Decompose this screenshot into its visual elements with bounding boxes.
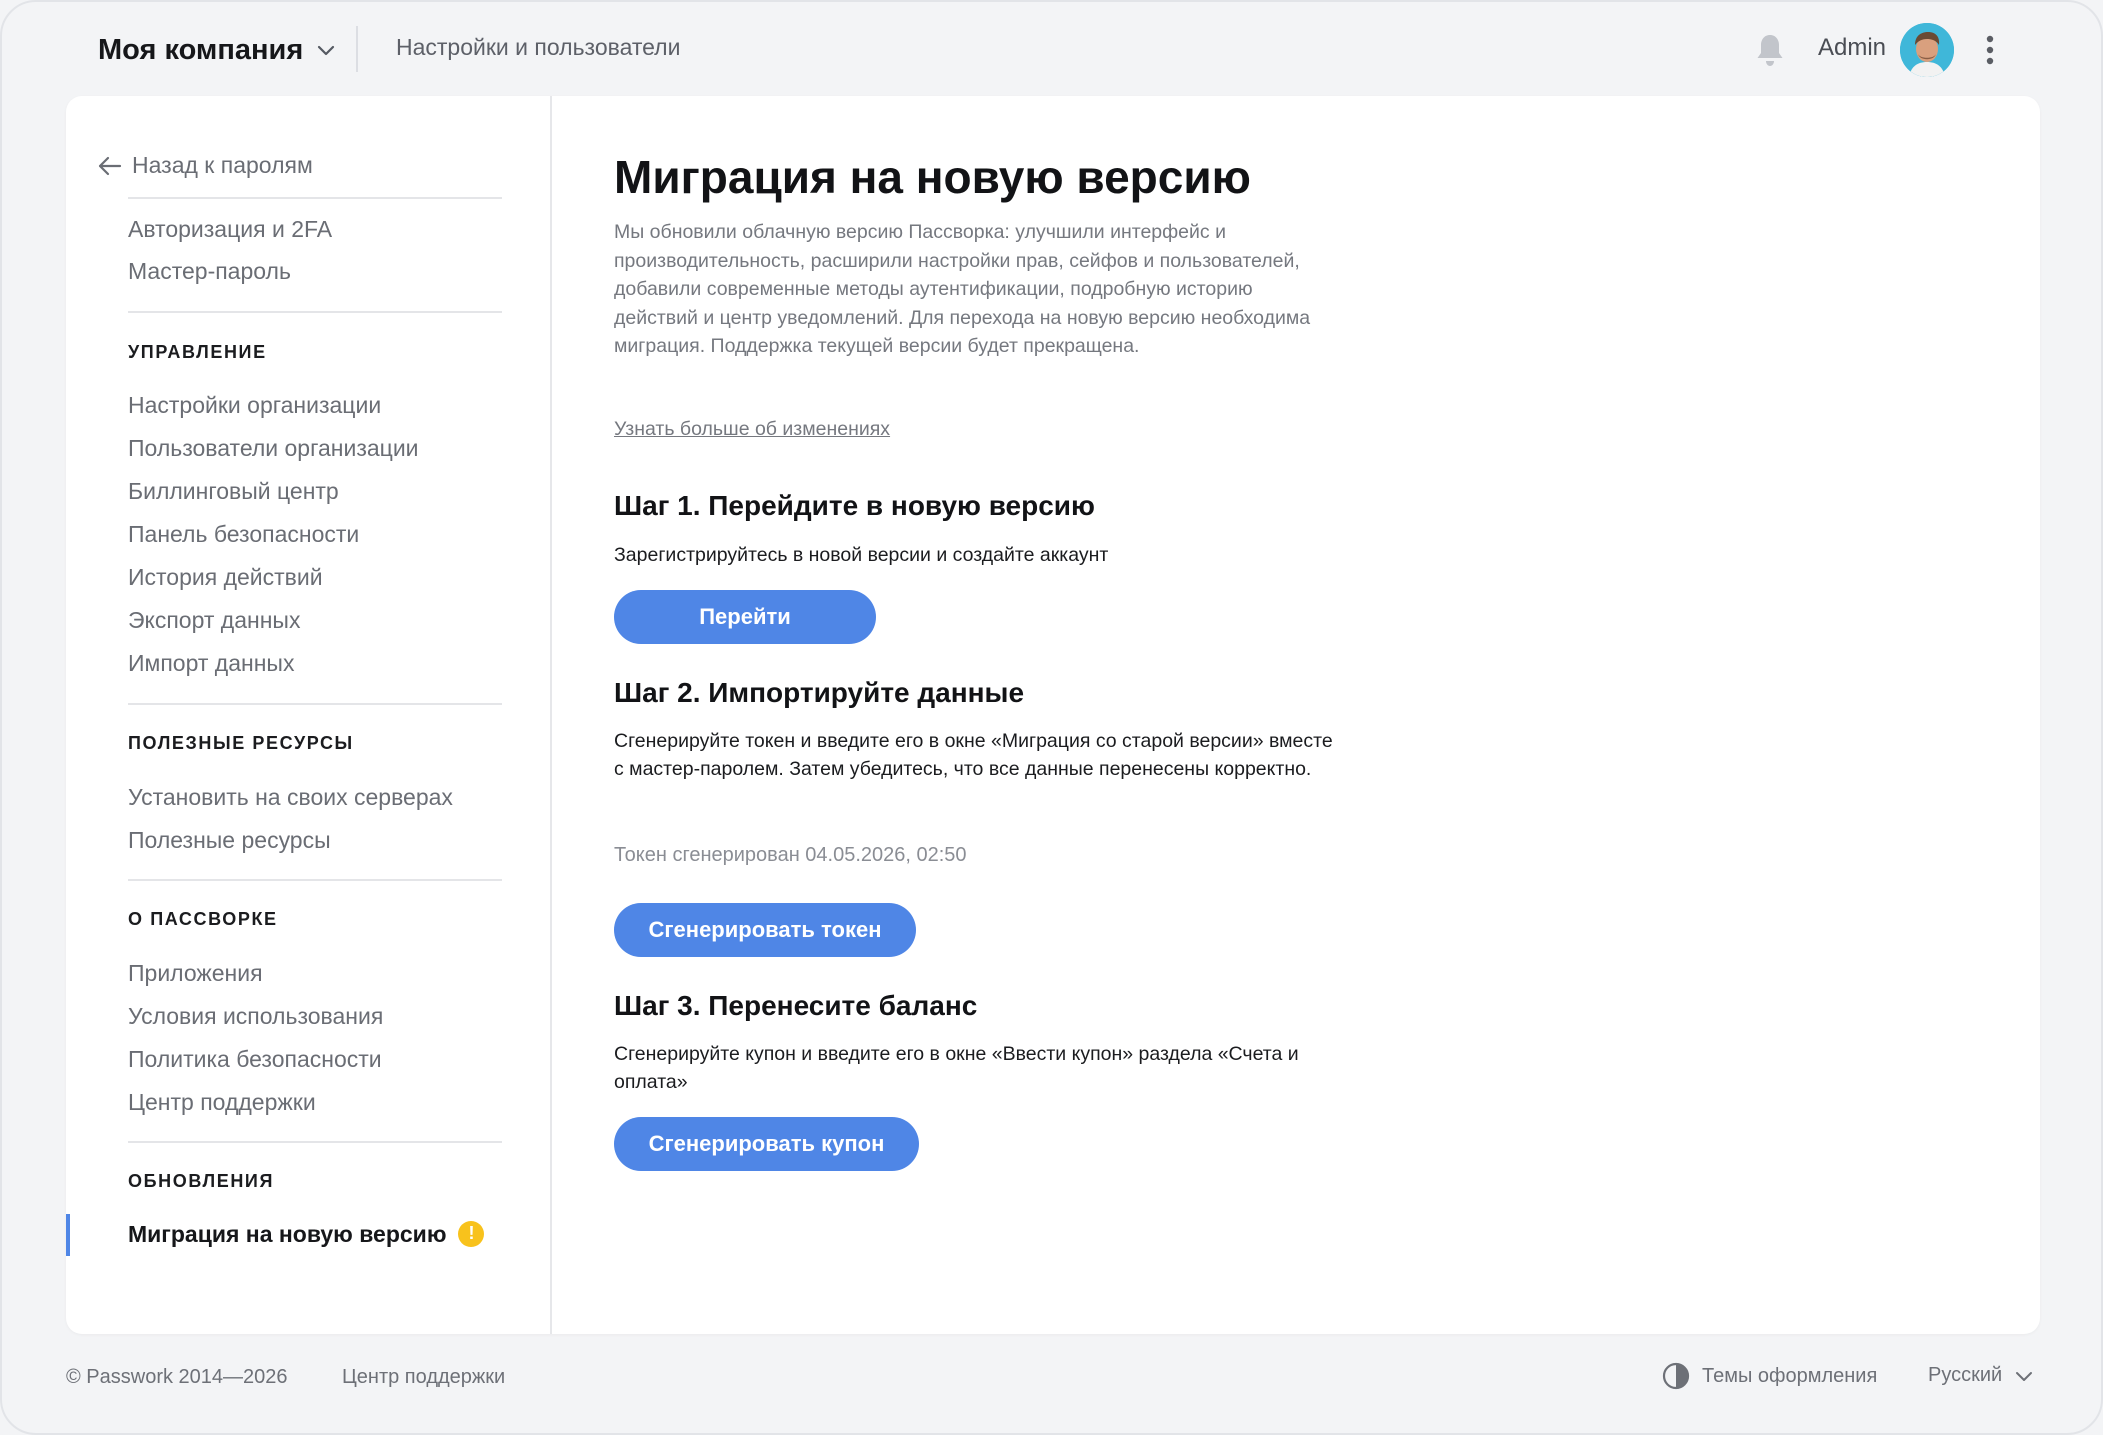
sidebar-divider (128, 703, 502, 705)
active-indicator (66, 1214, 70, 1256)
warning-icon: ! (458, 1220, 485, 1247)
step-1-title: Шаг 1. Перейдите в новую версию (614, 490, 1095, 521)
generate-token-button[interactable]: Сгенерировать токен (614, 903, 916, 957)
language-select[interactable]: Русский (1928, 1364, 2034, 1387)
sidebar-item-security-dashboard[interactable]: Панель безопасности (128, 521, 359, 548)
chevron-down-icon (2016, 1371, 2033, 1381)
sidebar-item-org-users[interactable]: Пользователи организации (128, 435, 419, 462)
sidebar-item-label: Миграция на новую версию (128, 1221, 447, 1247)
chevron-down-icon (318, 45, 335, 56)
token-status: Токен сгенерирован 04.05.2026, 02:50 (614, 844, 967, 866)
copyright: © Passwork 2014—2026 (66, 1366, 288, 1388)
header-divider (356, 26, 358, 72)
go-button[interactable]: Перейти (614, 590, 876, 644)
sidebar-item-auth-2fa[interactable]: Авторизация и 2FA (128, 216, 332, 243)
sidebar-item-terms[interactable]: Условия использования (128, 1003, 383, 1030)
app-window: Моя компания Настройки и пользователи Ad… (0, 0, 2103, 1435)
avatar[interactable] (1900, 23, 1954, 77)
sidebar-item-activity-log[interactable]: История действий (128, 564, 323, 591)
sidebar-item-export[interactable]: Экспорт данных (128, 607, 300, 634)
bell-icon[interactable] (1754, 32, 1786, 68)
section-title[interactable]: Настройки и пользователи (396, 34, 680, 61)
sidebar-divider (128, 311, 502, 313)
sidebar-item-useful-resources[interactable]: Полезные ресурсы (128, 827, 331, 854)
company-switcher[interactable]: Моя компания (98, 30, 337, 70)
sidebar-group-resources: ПОЛЕЗНЫЕ РЕСУРСЫ (128, 733, 354, 753)
step-2-text: Сгенерируйте токен и введите его в окне … (614, 730, 1333, 780)
footer-support-link[interactable]: Центр поддержки (342, 1366, 505, 1389)
sidebar-divider (128, 197, 502, 199)
step-3-text: Сгенерируйте купон и введите его в окне … (614, 1043, 1299, 1093)
sidebar-group-updates: ОБНОВЛЕНИЯ (128, 1171, 274, 1191)
sidebar-item-org-settings[interactable]: Настройки организации (128, 392, 381, 419)
themes-label: Темы оформления (1702, 1364, 1878, 1387)
top-bar: Моя компания Настройки и пользователи Ad… (2, 2, 2101, 96)
themes-button[interactable]: Темы оформления (1662, 1362, 1877, 1390)
sidebar-group-about: О ПАССВОРКЕ (128, 909, 278, 929)
back-to-passwords-link[interactable]: Назад к паролям (96, 152, 313, 179)
avatar-image (1900, 23, 1954, 77)
back-label: Назад к паролям (132, 152, 313, 178)
generate-coupon-button[interactable]: Сгенерировать купон (614, 1117, 919, 1171)
sidebar-divider (128, 1141, 502, 1143)
page-title: Миграция на новую версию (614, 151, 1251, 203)
sidebar-item-migration[interactable]: Миграция на новую версию! (128, 1220, 485, 1249)
user-name[interactable]: Admin (1818, 34, 1886, 62)
company-name: Моя компания (98, 33, 304, 66)
sidebar-item-import[interactable]: Импорт данных (128, 650, 294, 677)
main-card: Назад к паролям Авторизация и 2FA Мастер… (66, 96, 2040, 1334)
sidebar-item-self-hosted[interactable]: Установить на своих серверах (128, 784, 453, 811)
arrow-left-icon (98, 156, 122, 175)
sidebar-item-master-password[interactable]: Мастер-пароль (128, 258, 291, 285)
sidebar-divider (128, 879, 502, 881)
sidebar: Назад к паролям Авторизация и 2FA Мастер… (66, 96, 552, 1334)
step-2-title: Шаг 2. Импортируйте данные (614, 677, 1025, 708)
sidebar-item-security-policy[interactable]: Политика безопасности (128, 1046, 382, 1073)
sidebar-group-management: УПРАВЛЕНИЕ (128, 342, 267, 362)
intro-text: Мы обновили облачную версию Пассворка: у… (614, 221, 1311, 357)
sidebar-item-billing[interactable]: Биллинговый центр (128, 478, 339, 505)
step-3-title: Шаг 3. Перенесите баланс (614, 990, 978, 1021)
learn-more-link[interactable]: Узнать больше об изменениях (614, 418, 890, 441)
step-1-text: Зарегистрируйтесь в новой версии и созда… (614, 544, 1109, 566)
sidebar-item-apps[interactable]: Приложения (128, 960, 263, 987)
theme-contrast-icon (1662, 1362, 1690, 1390)
sidebar-item-support[interactable]: Центр поддержки (128, 1089, 316, 1116)
language-label: Русский (1928, 1364, 2003, 1386)
kebab-menu-icon[interactable] (1978, 30, 2002, 70)
